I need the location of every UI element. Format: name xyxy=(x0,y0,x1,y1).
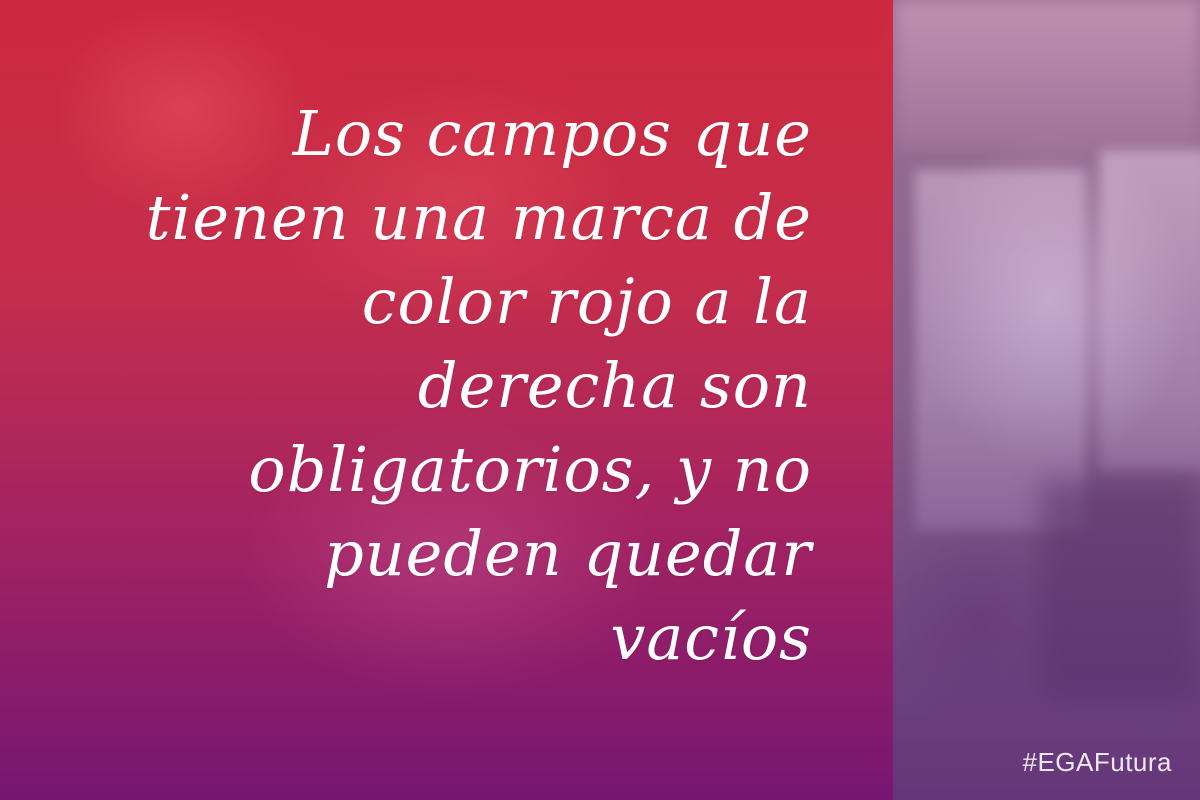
quote-text: Los campos que tienen una marca de color… xyxy=(145,97,812,674)
quote-card: Los campos que tienen una marca de color… xyxy=(0,0,1200,800)
hashtag-label: #EGAFutura xyxy=(1022,747,1172,777)
photo-tint-overlay xyxy=(893,0,1200,800)
